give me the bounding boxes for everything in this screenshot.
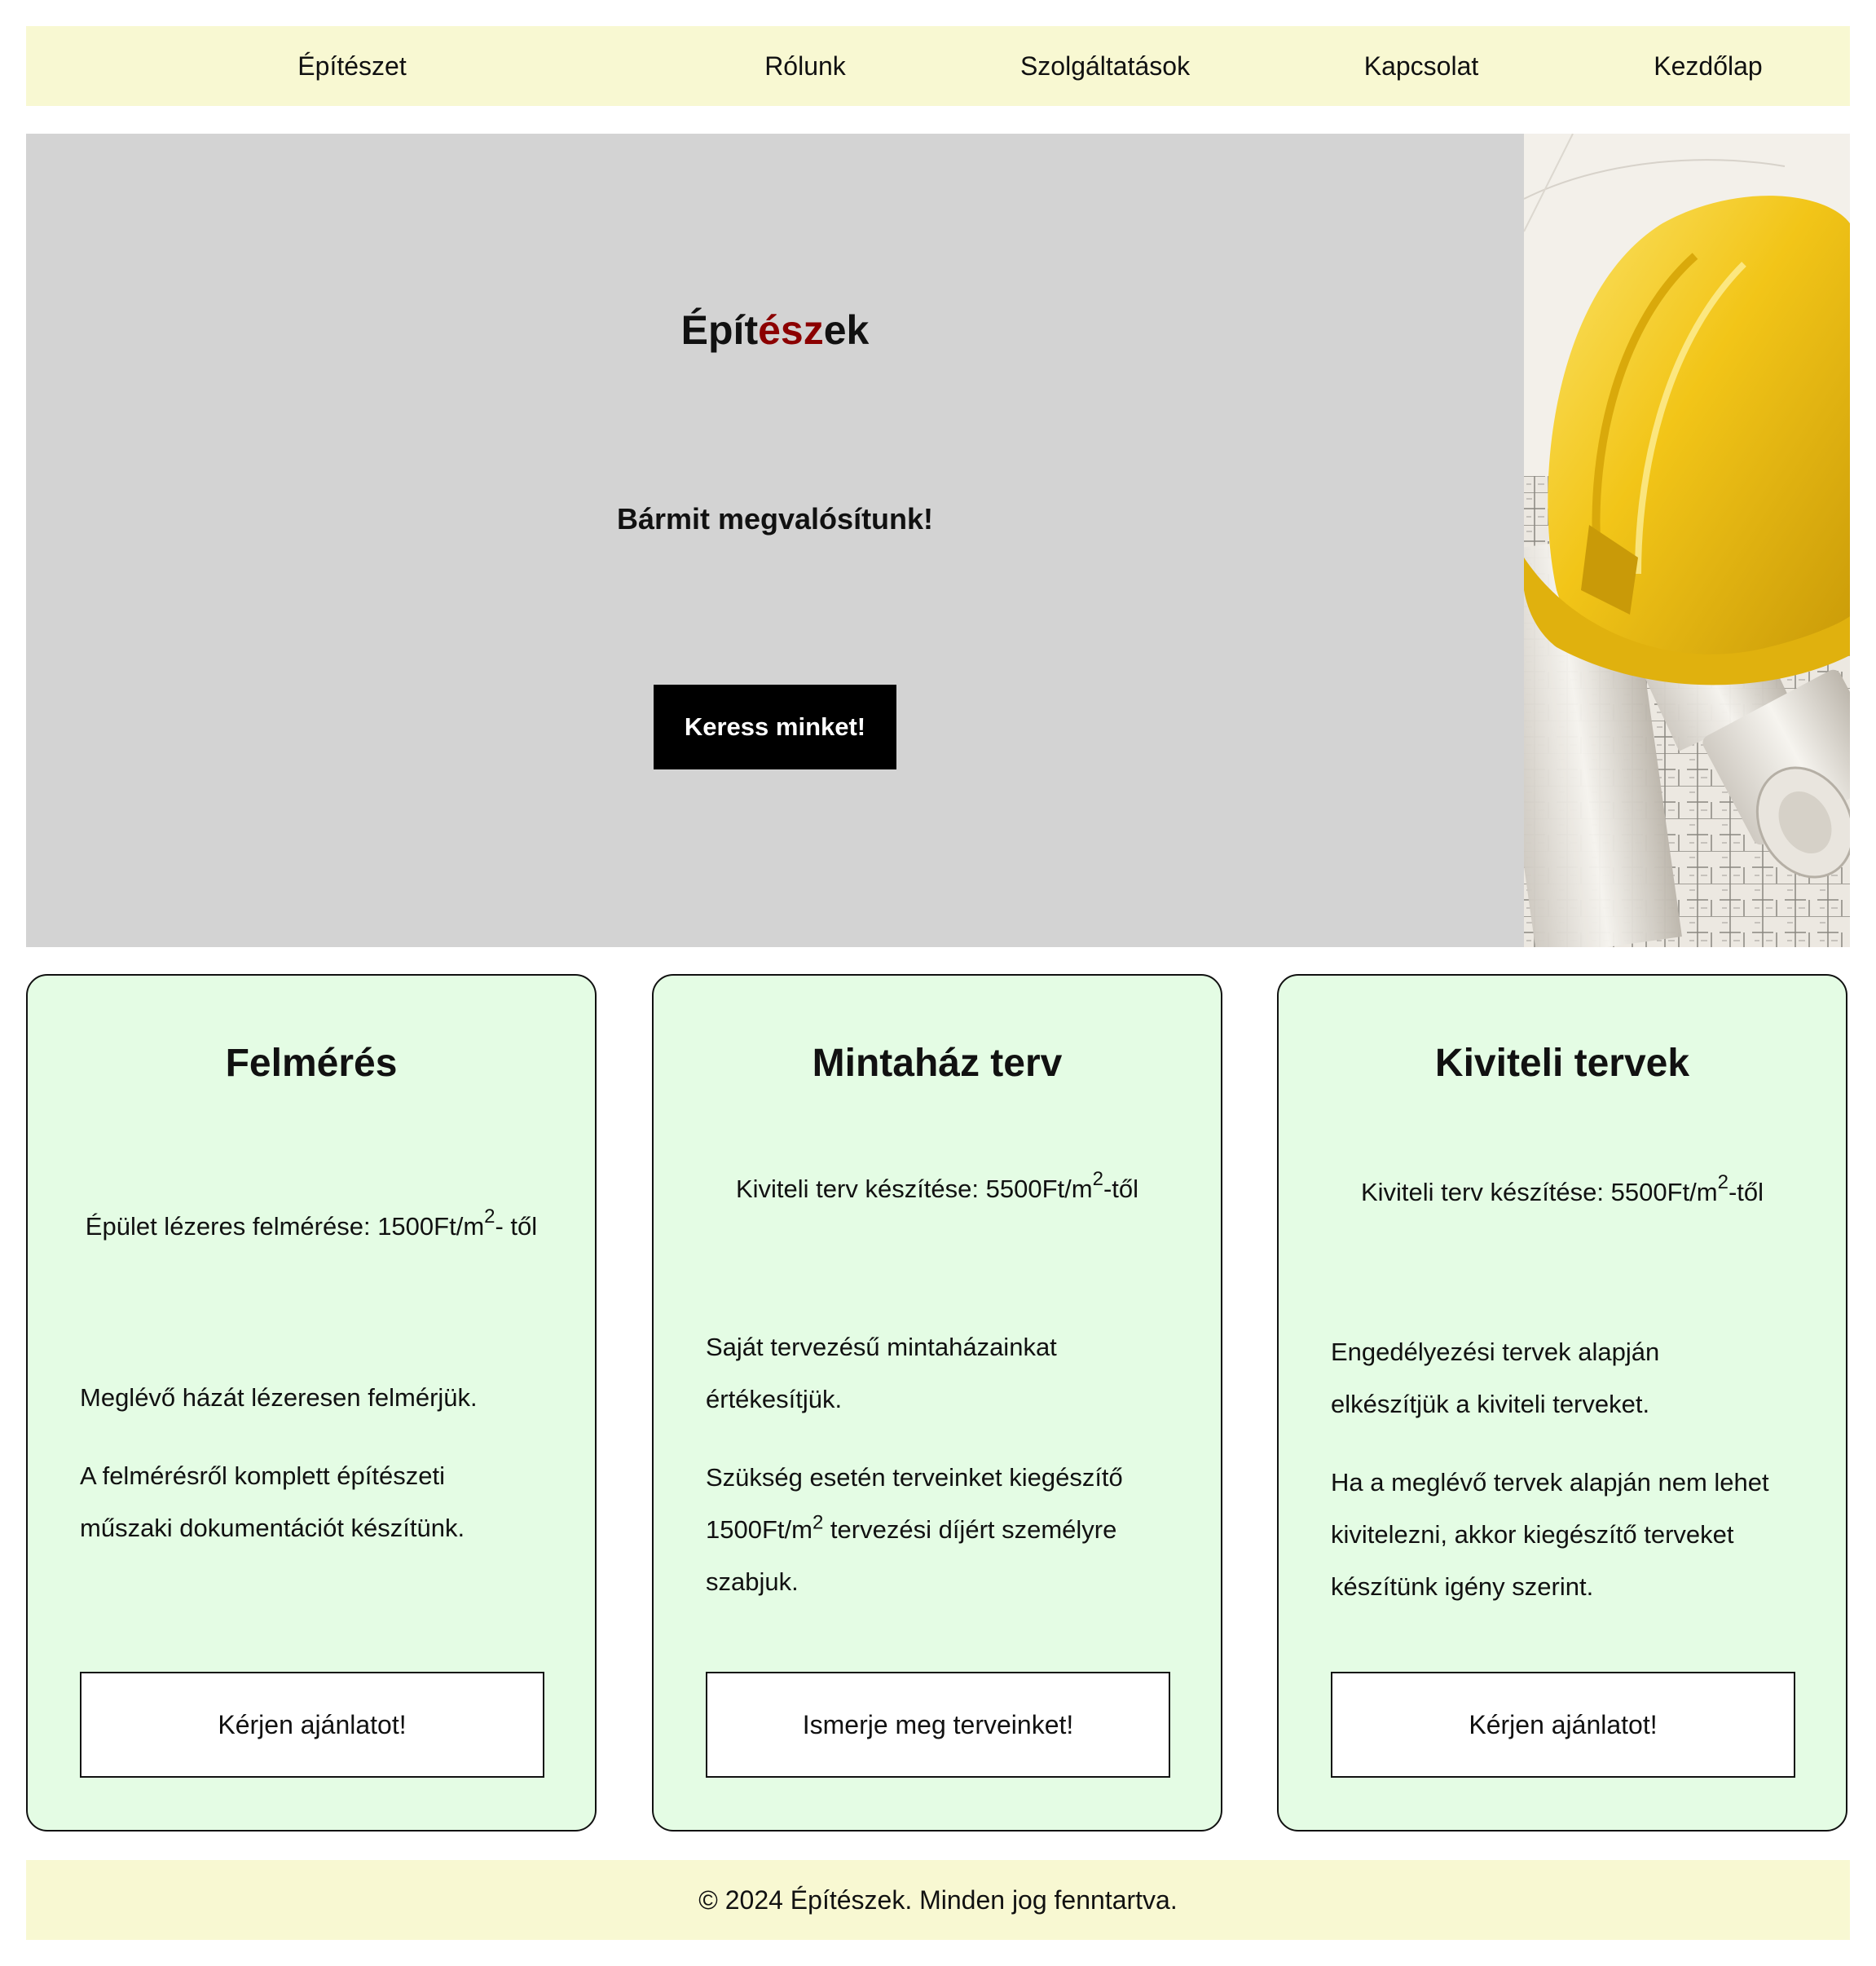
hero-title-part1: Épít [680, 307, 759, 353]
hard-hat-illustration [1524, 134, 1850, 947]
card-paragraph-1: Meglévő házát lézeresen felmérjük. [80, 1383, 478, 1412]
hero-text-area: Építészek Bármit megvalósítunk! Keress m… [26, 134, 1524, 947]
copyright-text: © 2024 Építészek. Minden jog fenntartva. [698, 1885, 1178, 1915]
hero-section: Építészek Bármit megvalósítunk! Keress m… [26, 134, 1850, 947]
price-superscript: 2 [1092, 1167, 1103, 1190]
top-navigation: Építészet Rólunk Szolgáltatások Kapcsola… [26, 26, 1850, 106]
price-text: Kiviteli terv készítése: 5500Ft/m [1360, 1178, 1718, 1206]
card-price: Kiviteli terv készítése: 5500Ft/m2-től [1279, 1172, 1846, 1207]
hero-subtitle: Bármit megvalósítunk! [616, 502, 934, 536]
card-paragraph-2: Ha a meglévő tervek alapján nem lehet ki… [1331, 1468, 1769, 1601]
card-paragraph-2: Szükség esetén terveinket kiegészítő 150… [706, 1452, 1178, 1608]
nav-item-szolgaltatasok[interactable]: Szolgáltatások [1020, 26, 1190, 106]
price-superscript: 2 [1717, 1170, 1728, 1193]
hero-title-part2: ek [823, 307, 870, 353]
card-kiviteli-tervek: Kiviteli tervek Kiviteli terv készítése:… [1277, 974, 1847, 1832]
price-suffix: - től [495, 1212, 538, 1241]
nav-item-rolunk[interactable]: Rólunk [764, 26, 846, 106]
nav-item-kapcsolat[interactable]: Kapcsolat [1364, 26, 1479, 106]
price-text: Épület lézeres felmérése: 1500Ft/m [85, 1212, 485, 1241]
contact-us-button[interactable]: Keress minket! [654, 685, 896, 769]
card-title: Kiviteli tervek [1434, 1042, 1690, 1085]
nav-brand-link[interactable]: Építészet [297, 26, 406, 106]
request-quote-button[interactable]: Kérjen ajánlatot! [80, 1672, 544, 1778]
card-title: Felmérés [225, 1042, 398, 1085]
hero-title: Építészek [26, 306, 1524, 354]
view-plans-button[interactable]: Ismerje meg terveinket! [706, 1672, 1170, 1778]
card-price: Kiviteli terv készítése: 5500Ft/m2-től [654, 1169, 1221, 1204]
card-price: Épület lézeres felmérése: 1500Ft/m2- től [28, 1206, 595, 1241]
price-text: Kiviteli terv készítése: 5500Ft/m [735, 1175, 1093, 1203]
price-suffix: -től [1728, 1178, 1764, 1206]
hero-title-accent: ész [758, 307, 824, 353]
price-superscript: 2 [484, 1205, 495, 1228]
paragraph-superscript: 2 [812, 1511, 824, 1534]
price-suffix: -től [1103, 1175, 1139, 1203]
footer: © 2024 Építészek. Minden jog fenntartva. [26, 1860, 1850, 1940]
card-paragraph-1: Saját tervezésű mintaházainkat értékesít… [706, 1333, 1057, 1413]
card-paragraph-2: A felmérésről komplett építészeti műszak… [80, 1461, 465, 1542]
nav-item-kezdolap[interactable]: Kezdőlap [1654, 26, 1762, 106]
card-paragraph-1: Engedélyezési tervek alapján elkészítjük… [1331, 1338, 1660, 1418]
request-quote-button[interactable]: Kérjen ajánlatot! [1331, 1672, 1795, 1778]
card-title: Mintaház terv [812, 1042, 1063, 1085]
card-felmeres: Felmérés Épület lézeres felmérése: 1500F… [26, 974, 597, 1832]
hard-hat-on-blueprints-image [1524, 134, 1850, 947]
card-mintahaz-terv: Mintaház terv Kiviteli terv készítése: 5… [652, 974, 1222, 1832]
